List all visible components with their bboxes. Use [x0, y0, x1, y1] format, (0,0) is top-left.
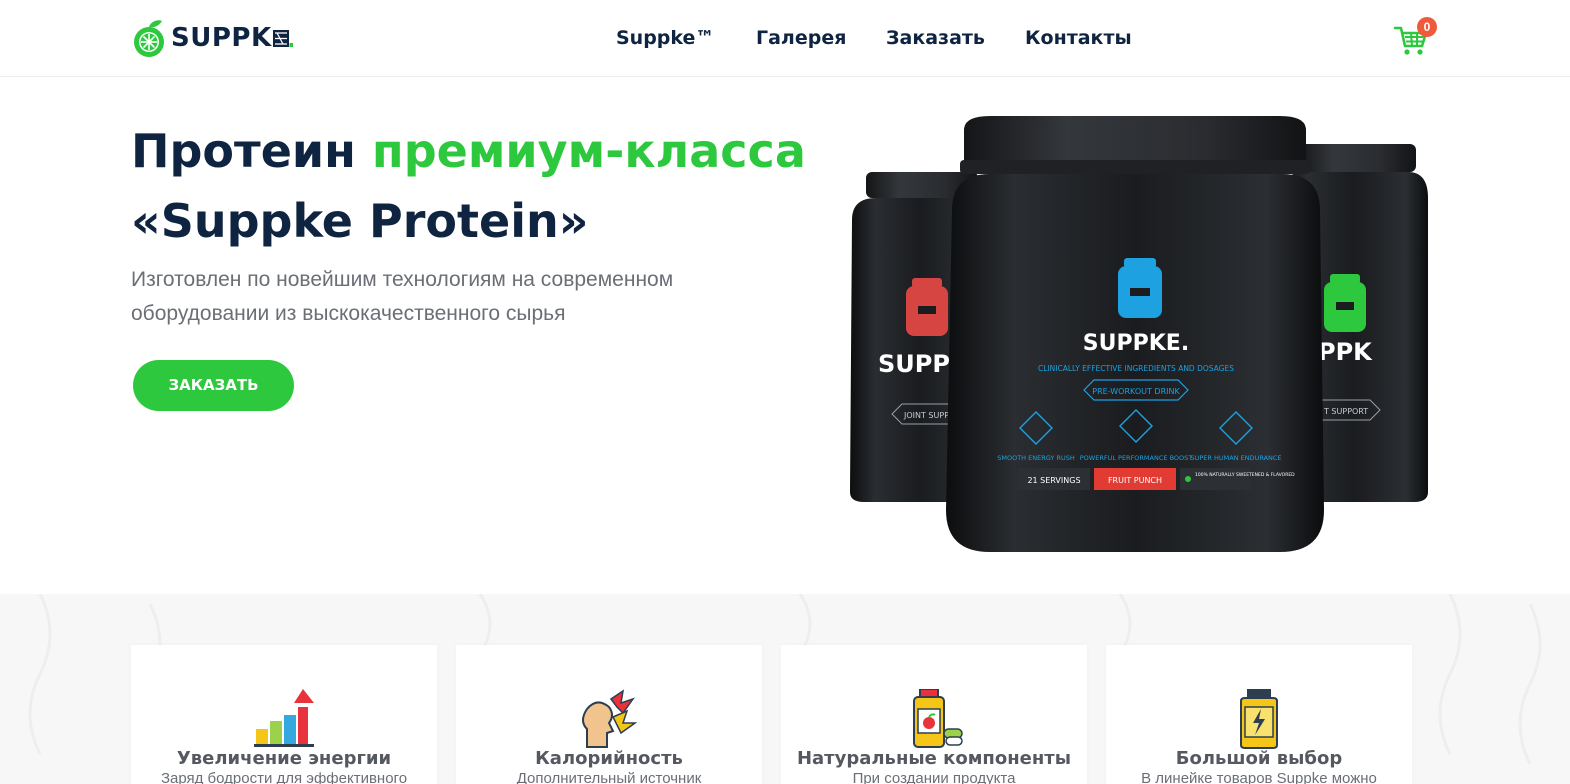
- hero-title-part1: Протеин: [131, 124, 372, 178]
- feature-title: Калорийность: [535, 748, 683, 769]
- feature-card-natural: Натуральные компоненты При создании прод…: [781, 645, 1087, 784]
- hero-title: Протеин премиум-класса «Suppke Protein»: [131, 116, 831, 256]
- brand-logo[interactable]: SUPPK: [131, 18, 293, 58]
- nav-item-contacts[interactable]: Контакты: [1025, 27, 1132, 49]
- site-header: SUPPK Suppke™ Галерея Заказать Контакты: [0, 0, 1570, 77]
- lime-logo-icon: [131, 18, 169, 58]
- center-jar-product: PRE-WORKOUT DRINK: [1092, 387, 1180, 396]
- brand-tag-icon: [272, 30, 293, 48]
- center-jar-brand: SUPPKE.: [1083, 331, 1189, 356]
- feature-title: Увеличение энергии: [176, 748, 392, 769]
- nav-item-gallery[interactable]: Галерея: [756, 27, 886, 49]
- brand-name: SUPPK: [171, 23, 272, 53]
- feature-text: Заряд бодрости для эффективного: [160, 770, 408, 784]
- center-jar-feature-2: POWERFUL PERFORMANCE BOOST: [1080, 454, 1193, 462]
- center-jar-flavor: FRUIT PUNCH: [1108, 476, 1162, 485]
- feature-title: Натуральные компоненты: [796, 748, 1072, 769]
- nav-item-suppke[interactable]: Suppke™: [616, 27, 756, 49]
- center-jar: SUPPKE. CLINICALLY EFFECTIVE INGREDIENTS…: [946, 116, 1324, 552]
- product-jar-icon: [1240, 689, 1278, 749]
- center-jar-badge: 100% NATURALLY SWEETENED & FLAVORED: [1195, 472, 1295, 478]
- cart-count-badge: 0: [1417, 17, 1437, 37]
- center-jar-feature-3: SUPER HUMAN ENDURANCE: [1190, 454, 1281, 462]
- center-jar-tagline: CLINICALLY EFFECTIVE INGREDIENTS AND DOS…: [1038, 364, 1234, 373]
- hero-title-part2: «Suppke Protein»: [131, 194, 589, 248]
- hero-title-accent: премиум-класса: [371, 124, 806, 178]
- main-nav: Suppke™ Галерея Заказать Контакты: [616, 27, 1132, 49]
- natural-supplement-icon: [913, 689, 963, 748]
- center-jar-feature-1: SMOOTH ENERGY RUSH: [997, 454, 1075, 462]
- calories-icon: [582, 689, 638, 748]
- feature-text: При создании продукта: [852, 770, 1016, 784]
- feature-card-choice: Большой выбор В линейке товаров Suppke м…: [1106, 645, 1412, 784]
- hero-subtitle: Изготовлен по новейшим технологиям на со…: [131, 268, 674, 325]
- feature-text: Дополнительный источник: [516, 770, 702, 784]
- product-image: SUPPK JOINT SUPPORT PPK T SUPPORT SUPPKE…: [840, 100, 1440, 570]
- energy-chart-icon: [254, 689, 314, 747]
- nav-item-order[interactable]: Заказать: [886, 27, 1025, 49]
- center-jar-servings: 21 SERVINGS: [1027, 476, 1080, 485]
- feature-card-calories: Калорийность Дополнительный источник: [456, 645, 762, 784]
- cart-button[interactable]: 0: [1393, 17, 1439, 58]
- order-button[interactable]: ЗАКАЗАТЬ: [133, 360, 294, 411]
- feature-text: В линейке товаров Suppke можно: [1141, 770, 1377, 784]
- right-jar-product: T SUPPORT: [1323, 407, 1368, 416]
- feature-title: Большой выбор: [1175, 748, 1343, 769]
- right-jar-brand: PPK: [1318, 338, 1373, 366]
- feature-card-energy: Увеличение энергии Заряд бодрости для эф…: [131, 645, 437, 784]
